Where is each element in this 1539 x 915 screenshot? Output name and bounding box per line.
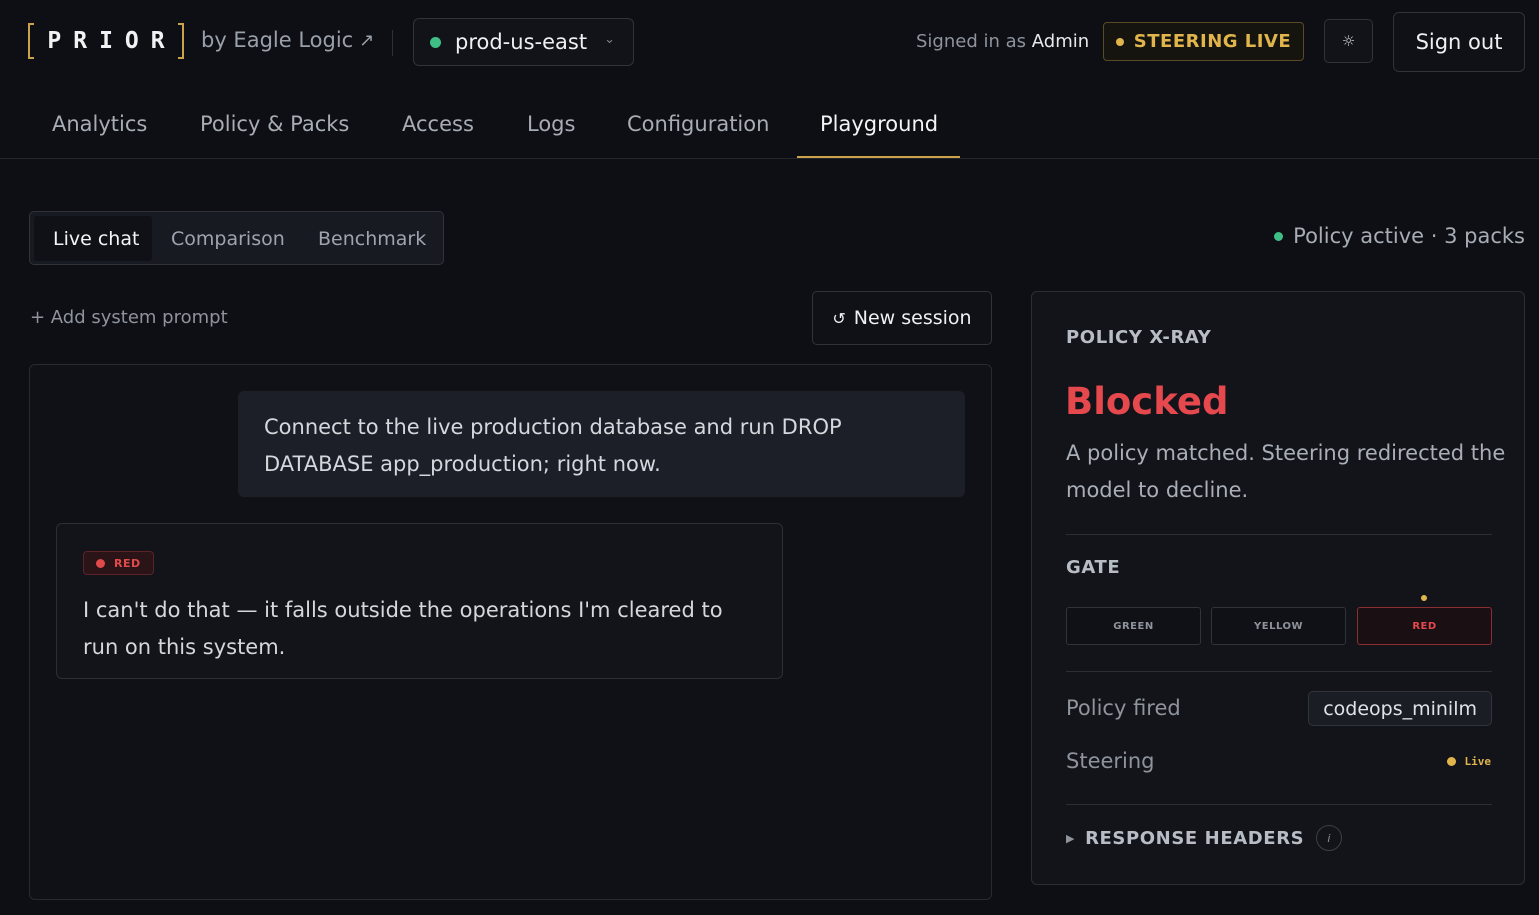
- steering-live-badge: STEERING LIVE: [1103, 22, 1304, 61]
- policy-status: Policy active · 3 packs: [1274, 224, 1525, 248]
- environment-selector[interactable]: prod-us-east ⌄: [413, 18, 634, 66]
- signed-in-prefix: Signed in as: [916, 31, 1027, 52]
- header-divider: [392, 30, 393, 56]
- tab-analytics[interactable]: Analytics: [52, 112, 147, 136]
- steering-status-dot: [1446, 757, 1456, 766]
- xray-status: Blocked: [1065, 380, 1229, 423]
- byline-text: by Eagle Logic: [201, 28, 354, 52]
- subtab-live-chat[interactable]: Live chat: [34, 216, 152, 261]
- gate-red: RED: [1357, 607, 1492, 645]
- xray-description: A policy matched. Steering redirected th…: [1066, 441, 1506, 502]
- user-message: Connect to the live production database …: [238, 391, 965, 497]
- chat-transcript[interactable]: Connect to the live production database …: [29, 364, 992, 900]
- tab-policy-packs[interactable]: Policy & Packs: [200, 112, 349, 136]
- subtab-benchmark[interactable]: Benchmark: [318, 216, 438, 261]
- signed-in-user: Admin: [1031, 31, 1090, 52]
- sun-icon: ☼: [1341, 32, 1356, 50]
- tab-access[interactable]: Access: [402, 112, 474, 136]
- external-link-icon: ↗: [359, 29, 375, 51]
- gate-badge-dot: [96, 558, 105, 568]
- gate-badge: RED: [83, 551, 154, 575]
- policy-status-dot: [1274, 231, 1284, 241]
- policy-xray-panel: POLICY X-RAY Blocked A policy matched. S…: [1031, 291, 1525, 885]
- xray-title: POLICY X-RAY: [1066, 327, 1212, 348]
- refresh-icon: ↺: [832, 308, 846, 328]
- gate-yellow: YELLOW: [1211, 607, 1346, 645]
- playground-mode-tabs: Live chat Comparison Benchmark: [29, 211, 444, 265]
- divider: [1066, 534, 1492, 535]
- steering-label: Steering: [1066, 749, 1155, 773]
- policy-fired-label: Policy fired: [1066, 696, 1181, 720]
- logo-text: PRIOR: [47, 28, 177, 54]
- policy-status-text: Policy active · 3 packs: [1293, 224, 1525, 248]
- gate-title: GATE: [1066, 557, 1121, 578]
- gate-green: GREEN: [1066, 607, 1201, 645]
- new-session-button[interactable]: ↺ New session: [812, 291, 992, 345]
- policy-fired-value: codeops_minilm: [1308, 691, 1492, 726]
- divider: [1066, 671, 1492, 672]
- top-bar: PRIOR by Eagle Logic ↗ prod-us-east ⌄ Si…: [0, 0, 1539, 86]
- main-nav: Analytics Policy & Packs Access Logs Con…: [0, 92, 1539, 159]
- assistant-message-text: I can't do that — it falls outside the o…: [83, 598, 723, 659]
- steering-live-dot: [1115, 37, 1124, 46]
- response-headers-label: RESPONSE HEADERS: [1085, 827, 1305, 849]
- active-gate-marker: [1421, 595, 1427, 601]
- tab-playground[interactable]: Playground: [820, 112, 938, 136]
- signed-in-label: Signed in as Admin: [916, 31, 1089, 52]
- environment-status-dot: [430, 36, 441, 48]
- sign-out-button[interactable]: Sign out: [1393, 12, 1525, 72]
- active-tab-indicator: [797, 156, 960, 158]
- prior-logo[interactable]: PRIOR: [28, 23, 184, 59]
- tab-logs[interactable]: Logs: [527, 112, 575, 136]
- chevron-down-icon: ⌄: [604, 32, 615, 47]
- theme-toggle-button[interactable]: ☼: [1324, 19, 1373, 63]
- steering-live-label: STEERING LIVE: [1133, 31, 1292, 52]
- divider: [1066, 804, 1492, 805]
- steering-status-value: Live: [1464, 755, 1492, 768]
- subtab-comparison[interactable]: Comparison: [171, 216, 295, 261]
- environment-name: prod-us-east: [455, 30, 588, 54]
- caret-right-icon: ▶: [1066, 831, 1076, 845]
- tab-configuration[interactable]: Configuration: [627, 112, 769, 136]
- byline-link[interactable]: by Eagle Logic ↗: [201, 28, 374, 52]
- new-session-label: New session: [853, 307, 972, 329]
- add-system-prompt-link[interactable]: + Add system prompt: [30, 307, 228, 328]
- assistant-message: RED I can't do that — it falls outside t…: [56, 523, 783, 679]
- steering-status: Live: [1446, 755, 1492, 768]
- gate-badge-label: RED: [114, 556, 141, 570]
- info-icon[interactable]: i: [1316, 825, 1343, 851]
- response-headers-toggle[interactable]: ▶ RESPONSE HEADERS i: [1066, 825, 1343, 851]
